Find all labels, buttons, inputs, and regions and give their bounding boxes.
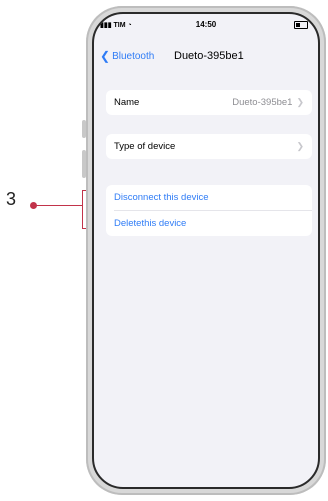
delete-row[interactable]: Deletethis device xyxy=(106,211,312,236)
disconnect-row[interactable]: Disconnect this device xyxy=(106,185,312,210)
phone-frame: ▮▮▮ TIM ◔ 14:50 ❮ Bluetooth Dueto-395be1… xyxy=(86,6,326,495)
callout-line xyxy=(34,205,82,206)
name-row[interactable]: Name Dueto-395be1 ❯ xyxy=(106,90,312,115)
status-bar: ▮▮▮ TIM ◔ 14:50 xyxy=(94,14,318,38)
phone-screen: ▮▮▮ TIM ◔ 14:50 ❮ Bluetooth Dueto-395be1… xyxy=(92,12,320,489)
delete-button[interactable]: Deletethis device xyxy=(114,218,186,229)
type-group: Type of device ❯ xyxy=(106,134,312,159)
name-label: Name xyxy=(114,97,140,108)
battery-icon xyxy=(294,21,308,29)
type-row[interactable]: Type of device ❯ xyxy=(106,134,312,159)
disconnect-button[interactable]: Disconnect this device xyxy=(114,192,209,203)
actions-group: Disconnect this device Deletethis device xyxy=(106,185,312,236)
callout-number: 3 xyxy=(6,189,17,209)
back-label: Bluetooth xyxy=(112,50,155,62)
name-group: Name Dueto-395be1 ❯ xyxy=(106,90,312,115)
chevron-right-icon: ❯ xyxy=(296,97,304,107)
chevron-left-icon: ❮ xyxy=(100,49,111,63)
back-button[interactable]: ❮ Bluetooth xyxy=(100,50,154,62)
name-value: Dueto-395be1 xyxy=(232,97,293,108)
nav-bar: ❮ Bluetooth Dueto-395be1 xyxy=(94,42,318,66)
type-label: Type of device xyxy=(114,141,176,152)
status-time: 14:50 xyxy=(195,20,217,29)
chevron-right-icon: ❯ xyxy=(296,141,304,151)
page-title: Dueto-395be1 xyxy=(174,50,244,62)
